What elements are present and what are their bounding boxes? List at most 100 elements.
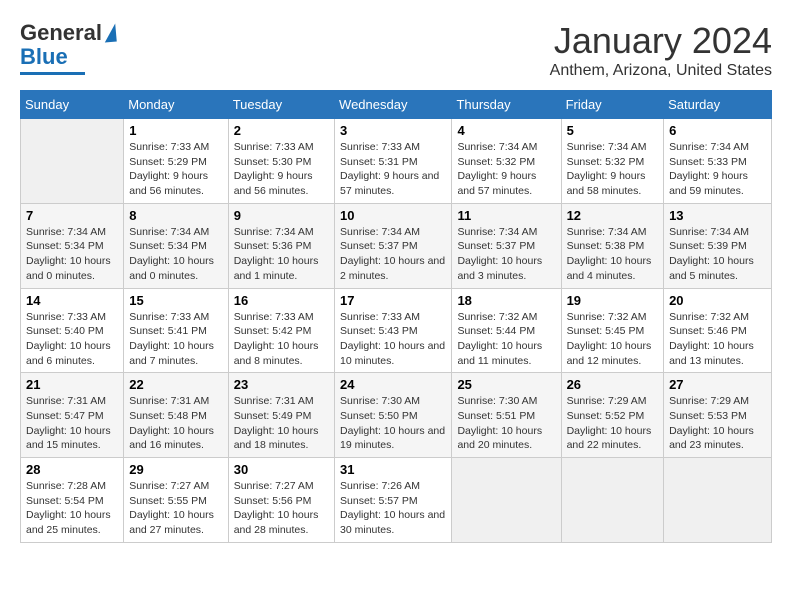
day-info: Sunrise: 7:30 AMSunset: 5:51 PMDaylight:… [457,394,555,453]
day-info: Sunrise: 7:34 AMSunset: 5:37 PMDaylight:… [340,225,446,284]
day-info: Sunrise: 7:34 AMSunset: 5:34 PMDaylight:… [129,225,222,284]
day-number: 3 [340,123,446,138]
calendar-header-thursday: Thursday [452,91,561,119]
page-subtitle: Anthem, Arizona, United States [550,62,772,80]
day-number: 20 [669,293,766,308]
day-info: Sunrise: 7:34 AMSunset: 5:36 PMDaylight:… [234,225,329,284]
calendar-header-saturday: Saturday [664,91,772,119]
day-number: 8 [129,208,222,223]
day-info: Sunrise: 7:31 AMSunset: 5:48 PMDaylight:… [129,394,222,453]
day-info: Sunrise: 7:34 AMSunset: 5:32 PMDaylight:… [567,140,659,199]
day-number: 14 [26,293,118,308]
day-info: Sunrise: 7:28 AMSunset: 5:54 PMDaylight:… [26,479,118,538]
day-info: Sunrise: 7:33 AMSunset: 5:29 PMDaylight:… [129,140,222,199]
day-info: Sunrise: 7:34 AMSunset: 5:39 PMDaylight:… [669,225,766,284]
day-number: 30 [234,462,329,477]
day-number: 4 [457,123,555,138]
day-number: 18 [457,293,555,308]
calendar-cell: 13 Sunrise: 7:34 AMSunset: 5:39 PMDayligh… [664,203,772,288]
calendar-header-row: SundayMondayTuesdayWednesdayThursdayFrid… [21,91,772,119]
calendar-cell: 25 Sunrise: 7:30 AMSunset: 5:51 PMDayligh… [452,373,561,458]
calendar-cell: 16 Sunrise: 7:33 AMSunset: 5:42 PMDayligh… [228,288,334,373]
day-info: Sunrise: 7:26 AMSunset: 5:57 PMDaylight:… [340,479,446,538]
day-info: Sunrise: 7:31 AMSunset: 5:47 PMDaylight:… [26,394,118,453]
day-number: 12 [567,208,659,223]
logo-underline [20,72,85,75]
calendar-header-wednesday: Wednesday [335,91,452,119]
calendar-cell: 1 Sunrise: 7:33 AMSunset: 5:29 PMDaylight… [124,119,228,204]
calendar-cell [664,458,772,543]
day-info: Sunrise: 7:27 AMSunset: 5:56 PMDaylight:… [234,479,329,538]
calendar-cell: 12 Sunrise: 7:34 AMSunset: 5:38 PMDayligh… [561,203,664,288]
day-info: Sunrise: 7:34 AMSunset: 5:32 PMDaylight:… [457,140,555,199]
calendar-cell [561,458,664,543]
calendar-cell: 17Sunrise: 7:33 AMSunset: 5:43 PMDayligh… [335,288,452,373]
calendar-cell: 4 Sunrise: 7:34 AMSunset: 5:32 PMDaylight… [452,119,561,204]
day-info: Sunrise: 7:32 AMSunset: 5:44 PMDaylight:… [457,310,555,369]
calendar-cell: 26 Sunrise: 7:29 AMSunset: 5:52 PMDayligh… [561,373,664,458]
calendar-cell: 3 Sunrise: 7:33 AMSunset: 5:31 PMDaylight… [335,119,452,204]
day-number: 29 [129,462,222,477]
calendar-cell: 10 Sunrise: 7:34 AMSunset: 5:37 PMDayligh… [335,203,452,288]
calendar-cell: 24 Sunrise: 7:30 AMSunset: 5:50 PMDayligh… [335,373,452,458]
day-number: 25 [457,377,555,392]
calendar-week-row: 28 Sunrise: 7:28 AMSunset: 5:54 PMDayligh… [21,458,772,543]
day-number: 5 [567,123,659,138]
calendar-cell: 15 Sunrise: 7:33 AMSunset: 5:41 PMDayligh… [124,288,228,373]
day-number: 9 [234,208,329,223]
day-number: 28 [26,462,118,477]
calendar-cell: 11 Sunrise: 7:34 AMSunset: 5:37 PMDayligh… [452,203,561,288]
title-block: January 2024 Anthem, Arizona, United Sta… [550,20,772,80]
day-number: 6 [669,123,766,138]
logo: General Blue [20,20,116,75]
day-info: Sunrise: 7:30 AMSunset: 5:50 PMDaylight:… [340,394,446,453]
day-number: 19 [567,293,659,308]
calendar-week-row: 14 Sunrise: 7:33 AMSunset: 5:40 PMDayligh… [21,288,772,373]
calendar-cell: 30 Sunrise: 7:27 AMSunset: 5:56 PMDayligh… [228,458,334,543]
calendar-header-friday: Friday [561,91,664,119]
day-number: 17 [340,293,446,308]
day-number: 16 [234,293,329,308]
day-info: Sunrise: 7:33 AMSunset: 5:41 PMDaylight:… [129,310,222,369]
day-number: 27 [669,377,766,392]
day-info: Sunrise: 7:34 AMSunset: 5:33 PMDaylight:… [669,140,766,199]
page-header: General Blue January 2024 Anthem, Arizon… [20,20,772,80]
day-number: 23 [234,377,329,392]
day-info: Sunrise: 7:33 AMSunset: 5:42 PMDaylight:… [234,310,329,369]
day-number: 10 [340,208,446,223]
day-number: 21 [26,377,118,392]
calendar-cell: 18 Sunrise: 7:32 AMSunset: 5:44 PMDayligh… [452,288,561,373]
day-number: 11 [457,208,555,223]
day-number: 22 [129,377,222,392]
day-info: Sunrise: 7:33 AMSunset: 5:31 PMDaylight:… [340,140,446,199]
day-info: Sunrise: 7:34 AMSunset: 5:38 PMDaylight:… [567,225,659,284]
calendar-cell: 28 Sunrise: 7:28 AMSunset: 5:54 PMDayligh… [21,458,124,543]
day-info: Sunrise: 7:34 AMSunset: 5:37 PMDaylight:… [457,225,555,284]
day-number: 26 [567,377,659,392]
calendar-cell: 19 Sunrise: 7:32 AMSunset: 5:45 PMDayligh… [561,288,664,373]
day-number: 7 [26,208,118,223]
calendar-week-row: 7 Sunrise: 7:34 AMSunset: 5:34 PMDaylight… [21,203,772,288]
calendar-cell: 6 Sunrise: 7:34 AMSunset: 5:33 PMDaylight… [664,119,772,204]
day-number: 13 [669,208,766,223]
calendar-cell [21,119,124,204]
day-number: 24 [340,377,446,392]
day-number: 1 [129,123,222,138]
calendar-header-tuesday: Tuesday [228,91,334,119]
day-number: 15 [129,293,222,308]
day-info: Sunrise: 7:29 AMSunset: 5:52 PMDaylight:… [567,394,659,453]
logo-triangle-icon [103,24,117,43]
day-info: Sunrise: 7:31 AMSunset: 5:49 PMDaylight:… [234,394,329,453]
calendar-cell [452,458,561,543]
logo-general: General [20,20,102,46]
calendar-cell: 20Sunrise: 7:32 AMSunset: 5:46 PMDayligh… [664,288,772,373]
day-info: Sunrise: 7:27 AMSunset: 5:55 PMDaylight:… [129,479,222,538]
day-info: Sunrise: 7:33 AMSunset: 5:40 PMDaylight:… [26,310,118,369]
calendar-table: SundayMondayTuesdayWednesdayThursdayFrid… [20,90,772,543]
calendar-week-row: 21 Sunrise: 7:31 AMSunset: 5:47 PMDayligh… [21,373,772,458]
calendar-cell: 9 Sunrise: 7:34 AMSunset: 5:36 PMDaylight… [228,203,334,288]
calendar-header-sunday: Sunday [21,91,124,119]
day-info: Sunrise: 7:32 AMSunset: 5:45 PMDaylight:… [567,310,659,369]
day-info: Sunrise: 7:33 AMSunset: 5:30 PMDaylight:… [234,140,329,199]
calendar-cell: 29 Sunrise: 7:27 AMSunset: 5:55 PMDayligh… [124,458,228,543]
